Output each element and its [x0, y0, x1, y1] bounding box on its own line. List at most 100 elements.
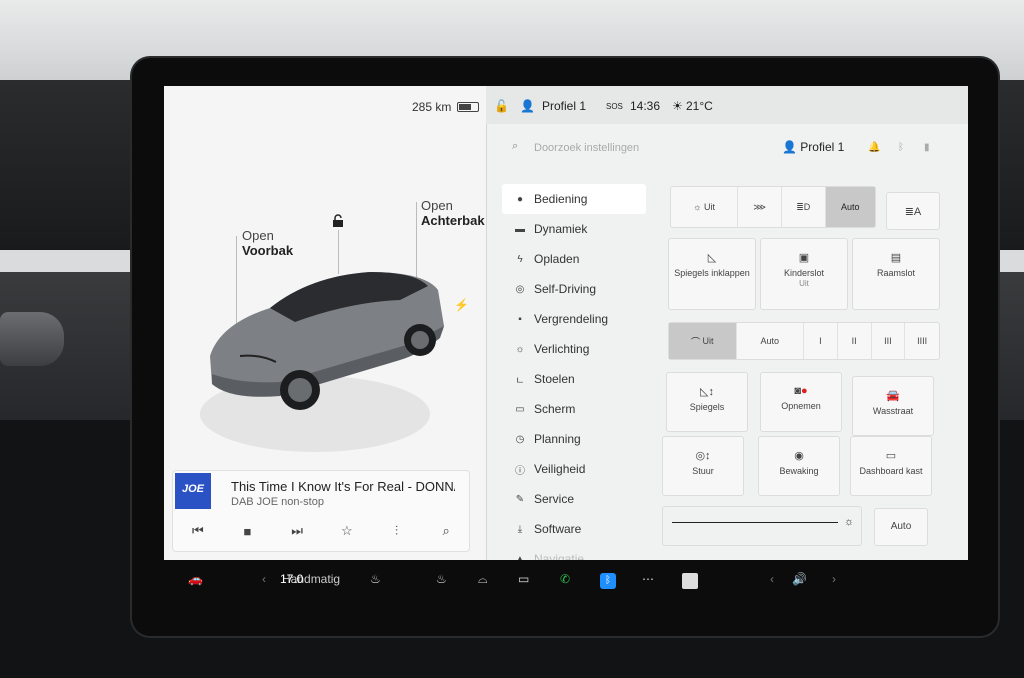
- nav-verlichting[interactable]: ☼ Verlichting: [502, 334, 646, 364]
- wiper-speed-1[interactable]: I: [804, 323, 838, 359]
- volume-up-icon[interactable]: ›: [832, 572, 836, 586]
- frunk-value: Voorbak: [242, 243, 294, 258]
- bluetooth-icon[interactable]: ᛒ: [898, 142, 904, 153]
- settings-profile[interactable]: 👤 Profiel 1: [782, 140, 844, 154]
- nav-label: Stoelen: [534, 372, 575, 386]
- nav-label: Software: [534, 522, 582, 536]
- car-controls-icon[interactable]: 🚗: [188, 572, 203, 586]
- sos-label[interactable]: SOS: [606, 102, 623, 111]
- next-icon[interactable]: ⏭: [287, 523, 307, 539]
- window-lock-icon: ▤: [890, 252, 902, 264]
- climate-temp[interactable]: 17.0: [280, 572, 303, 586]
- bluetooth-app-icon[interactable]: ᛒ: [600, 573, 616, 589]
- settings-profile-label: Profiel 1: [800, 140, 845, 154]
- previous-icon[interactable]: ⏮: [188, 523, 208, 539]
- rear-defrost-icon[interactable]: ▭: [518, 572, 529, 586]
- car-wash-icon: 🚘: [886, 390, 900, 402]
- download-icon: ⤓: [517, 523, 523, 535]
- nav-veiligheid[interactable]: ⓘ Veiligheid: [502, 454, 646, 484]
- lights-auto-option[interactable]: Auto: [825, 187, 875, 227]
- door-handle: [0, 312, 64, 366]
- brightness-track: [672, 522, 838, 523]
- settings-search-input[interactable]: Doorzoek instellingen: [534, 142, 639, 154]
- front-defrost-icon[interactable]: ⌓: [478, 572, 488, 587]
- nav-software[interactable]: ⤓ Software: [502, 514, 646, 544]
- status-profile[interactable]: Profiel 1: [542, 99, 586, 113]
- brightness-icon: ☼: [844, 516, 855, 528]
- nav-label: Planning: [534, 432, 581, 446]
- nav-bediening[interactable]: ● Bediening: [502, 184, 646, 214]
- mirrors-label: Spiegels: [689, 402, 725, 412]
- nav-service[interactable]: ✎ Service: [502, 484, 646, 514]
- wiper-off-option[interactable]: ⌒ Uit: [669, 323, 737, 359]
- wiper-off-label: Uit: [702, 336, 714, 346]
- nav-label: Service: [534, 492, 575, 506]
- record-button[interactable]: ◙● Opnemen: [760, 372, 842, 432]
- nav-planning[interactable]: ◷ Planning: [502, 424, 646, 454]
- nav-label: Verlichting: [534, 342, 590, 356]
- car-pane: 285 km Open Voorbak Open Achterbak ⚡ JOE…: [164, 86, 486, 560]
- more-apps-icon[interactable]: ⋯: [642, 572, 654, 586]
- track-title: This Time I Know It's For Real - DONNA: [231, 479, 455, 494]
- steering-heater-icon[interactable]: ♨: [436, 572, 447, 586]
- trunk-toggle[interactable]: Open Achterbak: [421, 198, 485, 228]
- wiper-speed-4[interactable]: IIII: [905, 323, 939, 359]
- screen-icon: ▭: [515, 403, 525, 415]
- temp-down-icon[interactable]: ‹: [262, 572, 266, 586]
- mirror-icon: ◺: [707, 252, 717, 264]
- settings-pane: 🔓 👤 Profiel 1 SOS 14:36 ☀ 21°C ⌕ Doorzoe…: [486, 86, 968, 560]
- volume-icon[interactable]: 🔊: [792, 572, 807, 586]
- wiper-speed-2[interactable]: II: [838, 323, 872, 359]
- steering-button[interactable]: ◎↕ Stuur: [662, 436, 744, 496]
- fold-mirrors-label: Spiegels inklappen: [674, 268, 750, 278]
- stop-icon[interactable]: ■: [237, 524, 257, 539]
- bell-icon[interactable]: 🔔: [868, 142, 880, 153]
- window-lock-button[interactable]: ▤ Raamslot: [852, 238, 940, 310]
- frunk-toggle[interactable]: Open Voorbak: [242, 228, 293, 258]
- brightness-slider[interactable]: [662, 506, 862, 546]
- nav-label: Vergrendeling: [534, 312, 609, 326]
- nav-stoelen[interactable]: ㄴ Stoelen: [502, 364, 646, 394]
- weather-icon: ☀: [672, 99, 683, 113]
- low-beam-icon[interactable]: ≣D: [782, 187, 826, 227]
- auto-high-beam-button[interactable]: ≣A: [886, 192, 940, 230]
- calendar-app-icon[interactable]: [682, 573, 698, 589]
- charge-port-icon[interactable]: ⚡: [454, 298, 469, 312]
- wiper-speed-3[interactable]: III: [872, 323, 906, 359]
- glovebox-button[interactable]: ▭ Dashboard kast: [850, 436, 932, 496]
- auto-high-beam-icon: ≣A: [904, 206, 922, 218]
- clock-icon: ◷: [515, 433, 525, 445]
- nav-vergrendeling[interactable]: ▪ Vergrendeling: [502, 304, 646, 334]
- nav-opladen[interactable]: ϟ Opladen: [502, 244, 646, 274]
- seat-heater-icon[interactable]: ♨: [370, 572, 381, 586]
- child-lock-button[interactable]: ▣ Kinderslot Uit: [760, 238, 848, 310]
- battery-icon: [457, 102, 479, 112]
- station-logo: JOE: [175, 473, 211, 509]
- volume-down-icon[interactable]: ‹: [770, 572, 774, 586]
- mirrors-button[interactable]: ◺↕ Spiegels: [666, 372, 748, 432]
- car-wash-button[interactable]: 🚘 Wasstraat: [852, 376, 934, 436]
- nav-dynamiek[interactable]: ▬ Dynamiek: [502, 214, 646, 244]
- status-bar: 🔓 👤 Profiel 1 SOS 14:36 ☀ 21°C: [486, 86, 968, 124]
- mirror-adjust-icon: ◺↕: [700, 386, 714, 398]
- bolt-icon: ϟ: [517, 253, 523, 265]
- search-icon[interactable]: ⌕: [436, 523, 456, 539]
- favorite-star-icon[interactable]: ☆: [337, 523, 357, 539]
- lights-off-option[interactable]: ☼ Uit: [671, 187, 739, 227]
- nav-navigatie[interactable]: ▲ Navigatie: [502, 544, 646, 560]
- taskbar: 🚗 ‹ Handmatig 17.0 › ♨ ♨ ⌓ ▭ ✆ ᛒ ⋯ ‹ 🔊 ›: [164, 560, 968, 602]
- nav-self-driving[interactable]: ◎ Self-Driving: [502, 274, 646, 304]
- fold-mirrors-button[interactable]: ◺ Spiegels inklappen: [668, 238, 756, 310]
- wiper-auto-option[interactable]: Auto: [737, 323, 804, 359]
- phone-icon[interactable]: ✆: [560, 572, 570, 586]
- nav-label: Bediening: [534, 192, 588, 206]
- brightness-auto-button[interactable]: Auto: [874, 508, 928, 546]
- nav-scherm[interactable]: ▭ Scherm: [502, 394, 646, 424]
- sentry-button[interactable]: ◉ Bewaking: [758, 436, 840, 496]
- lock-status-icon[interactable]: 🔓: [494, 99, 509, 113]
- parking-lights-icon[interactable]: ⋙: [738, 187, 782, 227]
- equalizer-icon[interactable]: ⫶: [386, 523, 406, 539]
- child-lock-icon: ▣: [798, 252, 810, 264]
- media-player: JOE This Time I Know It's For Real - DON…: [172, 470, 470, 552]
- temp-up-icon[interactable]: ›: [330, 572, 334, 586]
